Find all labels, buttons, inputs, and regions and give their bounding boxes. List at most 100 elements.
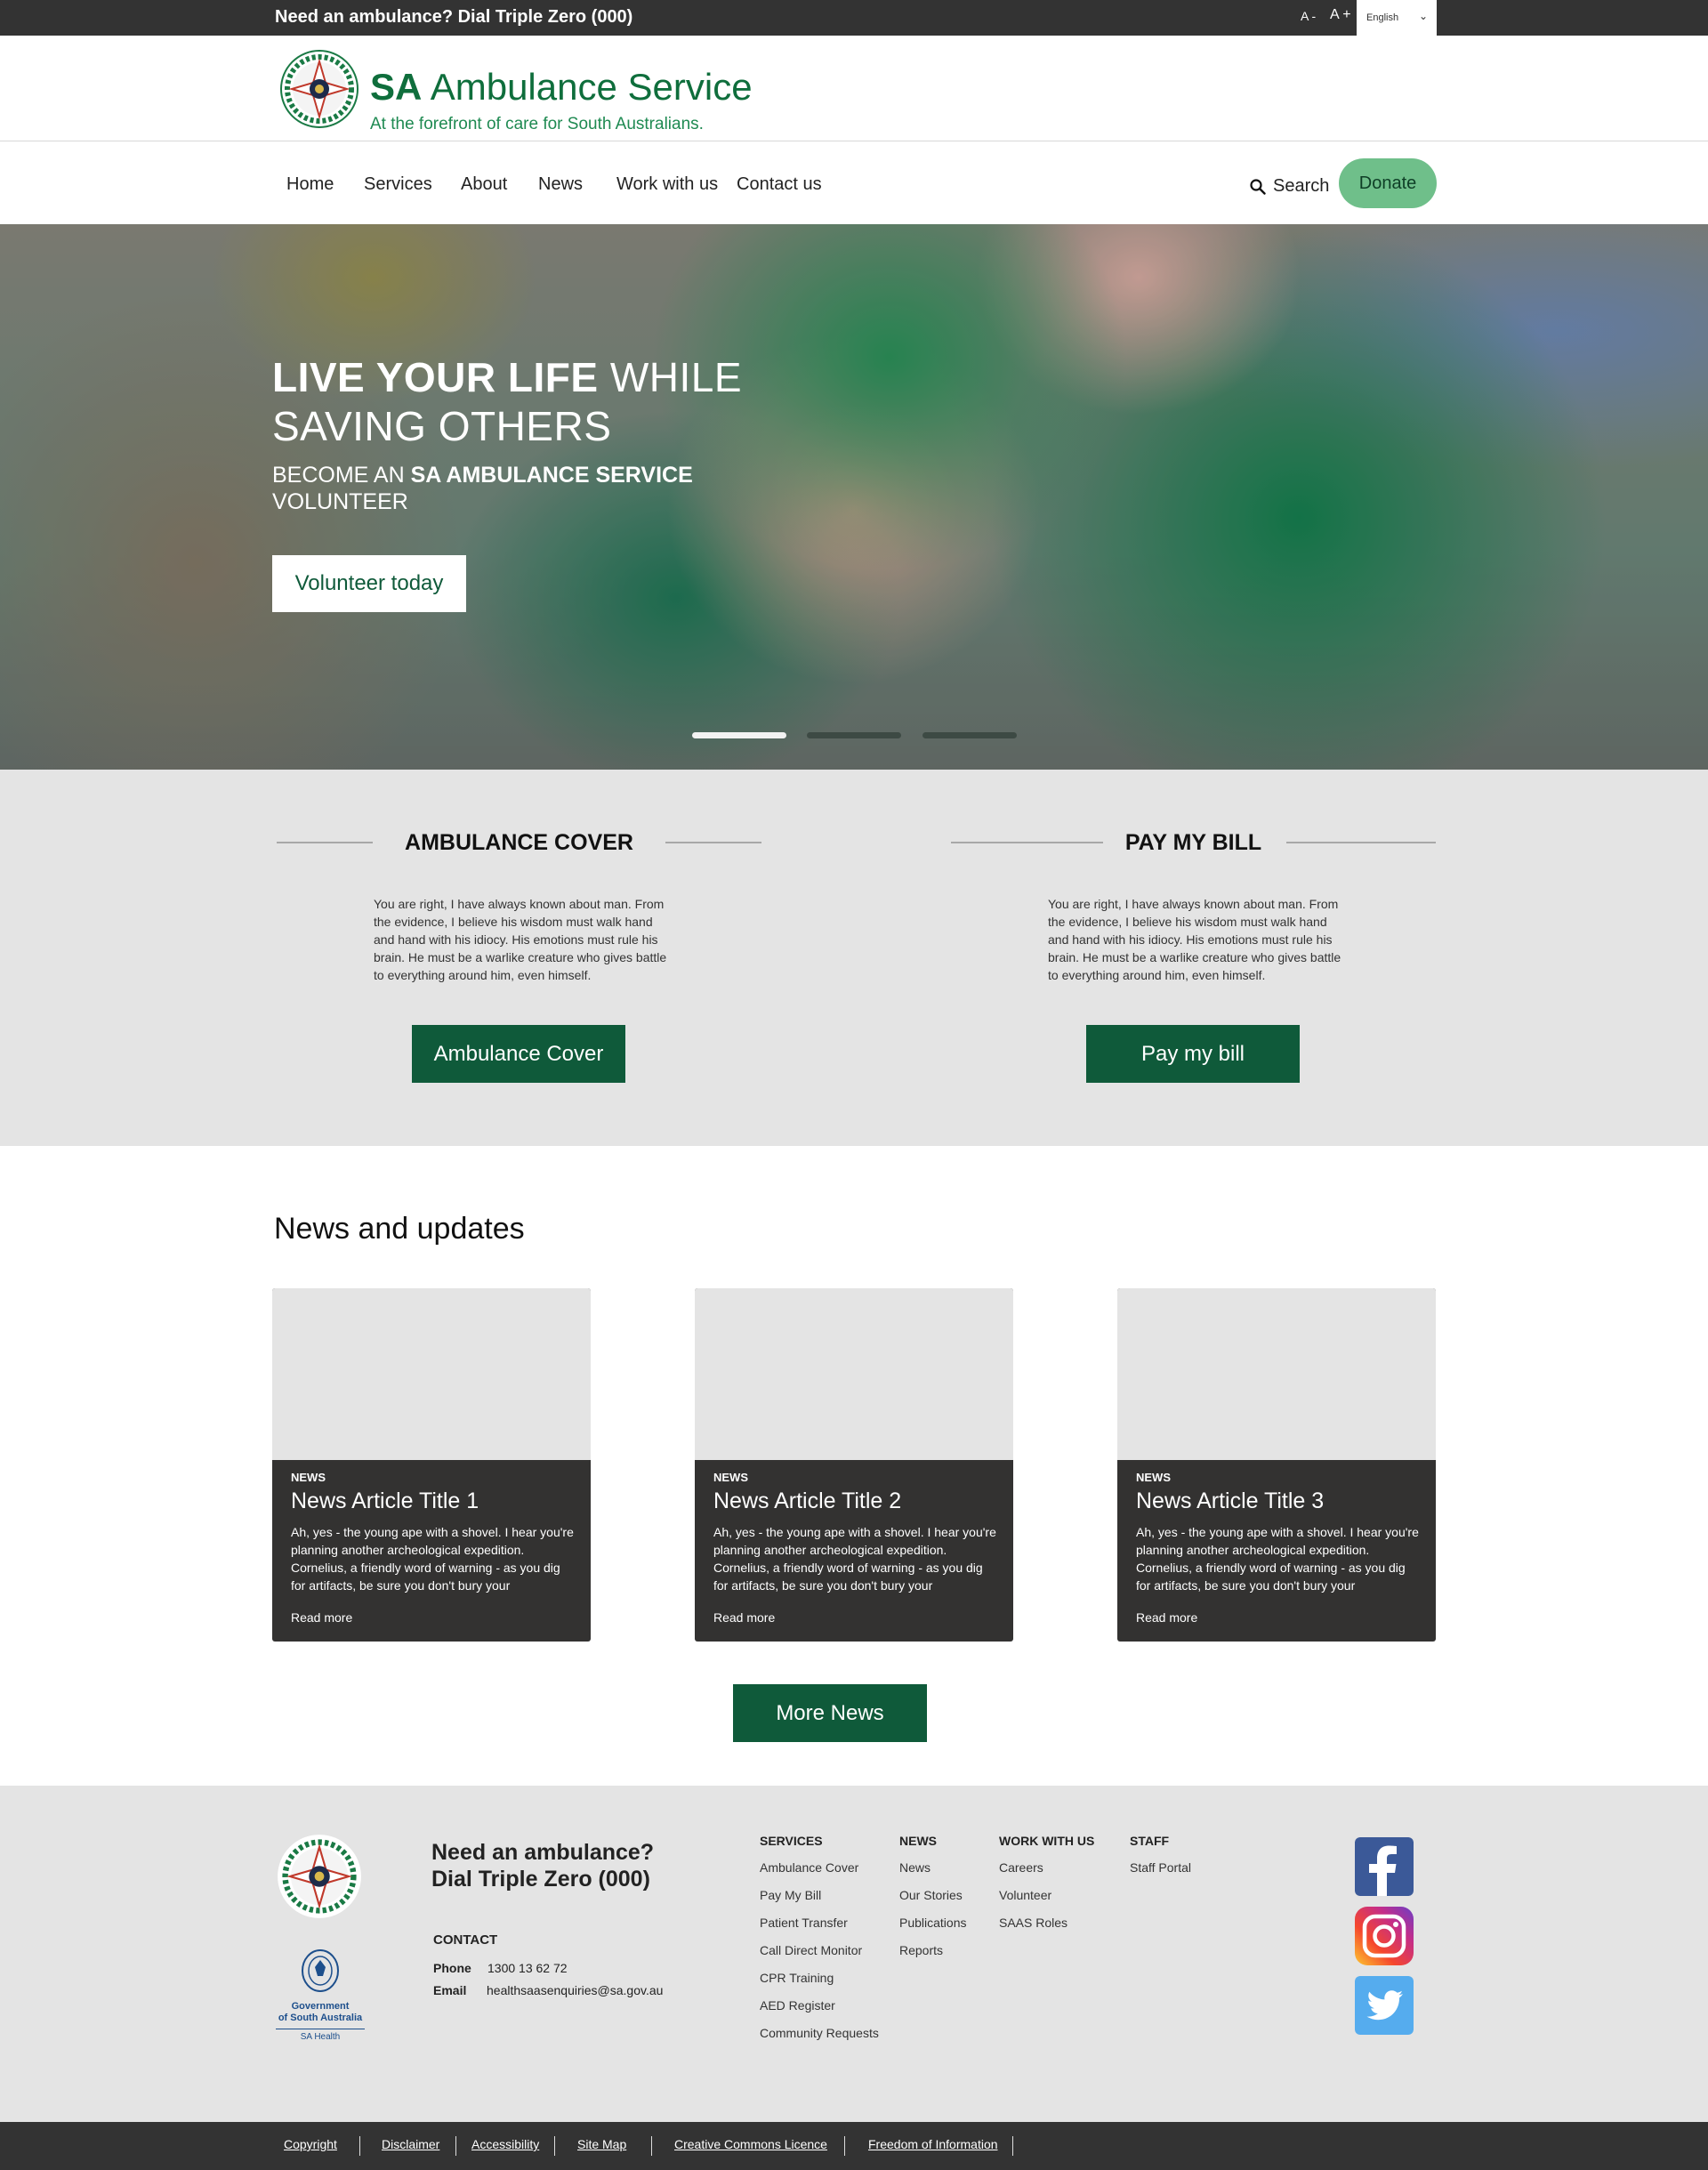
- font-size-decrease-button[interactable]: A -: [1301, 9, 1316, 23]
- footer-link[interactable]: Publications: [899, 1914, 967, 1941]
- instagram-icon: [1355, 1907, 1414, 1965]
- emergency-alert-text: Need an ambulance? Dial Triple Zero (000…: [275, 7, 633, 27]
- separator: [455, 2136, 456, 2156]
- read-more-link[interactable]: Read more: [713, 1610, 775, 1625]
- footer-link[interactable]: Community Requests: [760, 2024, 879, 2052]
- news-card-excerpt: Ah, yes - the young ape with a shovel. I…: [1136, 1525, 1419, 1593]
- footer-heading: WORK WITH US: [999, 1834, 1095, 1848]
- news-card[interactable]: NEWS News Article Title 3 Ah, yes - the …: [1117, 1288, 1436, 1642]
- nav-item-home[interactable]: Home: [286, 174, 334, 195]
- read-more-link[interactable]: Read more: [1136, 1610, 1197, 1625]
- news-card[interactable]: NEWS News Article Title 1 Ah, yes - the …: [272, 1288, 591, 1642]
- carousel-dot-1[interactable]: [692, 732, 786, 738]
- footer-link[interactable]: Pay My Bill: [760, 1886, 879, 1914]
- pay-my-bill-button[interactable]: Pay my bill: [1086, 1025, 1300, 1083]
- pay-my-bill-text: You are right, I have always known about…: [1048, 897, 1341, 982]
- news-card-image: [1117, 1288, 1436, 1460]
- footer-link[interactable]: Volunteer: [999, 1886, 1094, 1914]
- freedom-of-information-link[interactable]: Freedom of Information: [868, 2137, 998, 2151]
- footer-link[interactable]: CPR Training: [760, 1969, 879, 1997]
- nav-item-services[interactable]: Services: [364, 174, 432, 195]
- news-card-tag: NEWS: [1136, 1471, 1171, 1484]
- footer-link[interactable]: SAAS Roles: [999, 1914, 1094, 1941]
- divider: [665, 842, 761, 843]
- search-icon: [1250, 178, 1266, 195]
- separator: [1012, 2136, 1013, 2156]
- news-card-image: [272, 1288, 591, 1460]
- footer-link[interactable]: News: [899, 1859, 967, 1886]
- search-label: Search: [1273, 176, 1330, 196]
- news-section-title: News and updates: [274, 1212, 525, 1246]
- news-card-excerpt: Ah, yes - the young ape with a shovel. I…: [291, 1525, 574, 1593]
- accessibility-link[interactable]: Accessibility: [471, 2137, 539, 2151]
- government-sa-logo: Government of South Australia SA Health: [271, 1948, 369, 2042]
- site-header: SA Ambulance Service At the forefront of…: [0, 36, 1708, 141]
- more-news-button[interactable]: More News: [733, 1684, 927, 1742]
- separator: [359, 2136, 360, 2156]
- gov-line-2: of South Australia: [278, 2013, 363, 2023]
- twitter-icon: [1355, 1976, 1414, 2035]
- footer-link[interactable]: Our Stories: [899, 1886, 967, 1914]
- volunteer-today-button[interactable]: Volunteer today: [272, 555, 466, 612]
- carousel-dot-2[interactable]: [807, 732, 901, 738]
- hero-carousel: LIVE YOUR LIFE WHILE SAVING OTHERS BECOM…: [0, 224, 1708, 770]
- copyright-link[interactable]: Copyright: [284, 2137, 337, 2151]
- ambulance-cover-button[interactable]: Ambulance Cover: [412, 1025, 625, 1083]
- footer-link[interactable]: Patient Transfer: [760, 1914, 879, 1941]
- contact-email-row: Email healthsaasenquiries@sa.gov.au: [433, 1983, 663, 1997]
- separator: [651, 2136, 652, 2156]
- read-more-link[interactable]: Read more: [291, 1610, 352, 1625]
- footer-link[interactable]: Ambulance Cover: [760, 1859, 879, 1886]
- site-footer: Government of South Australia SA Health N…: [0, 1786, 1708, 2122]
- footer-link[interactable]: Staff Portal: [1130, 1859, 1191, 1886]
- news-card[interactable]: NEWS News Article Title 2 Ah, yes - the …: [695, 1288, 1013, 1642]
- contact-phone-row: Phone 1300 13 62 72: [433, 1961, 568, 1975]
- quick-links-section: AMBULANCE COVER You are right, I have al…: [0, 770, 1708, 1146]
- nav-item-work-with-us[interactable]: Work with us: [616, 174, 718, 195]
- news-card-image: [695, 1288, 1013, 1460]
- sa-ambulance-logo-icon: [280, 50, 359, 128]
- separator: [554, 2136, 555, 2156]
- footer-column-work-with-us: WORK WITH US Careers Volunteer SAAS Role…: [999, 1834, 1094, 1941]
- language-select[interactable]: English ⌄: [1357, 0, 1437, 36]
- search-button[interactable]: Search: [1250, 176, 1329, 197]
- footer-link[interactable]: Careers: [999, 1859, 1094, 1886]
- phone-label: Phone: [433, 1961, 471, 1975]
- creative-commons-link[interactable]: Creative Commons Licence: [674, 2137, 827, 2151]
- nav-item-news[interactable]: News: [538, 174, 583, 195]
- hero-text: LIVE YOUR LIFE WHILE SAVING OTHERS BECOM…: [272, 353, 742, 515]
- gov-line-3: SA Health: [276, 2029, 365, 2042]
- email-label: Email: [433, 1983, 467, 1997]
- news-card-tag: NEWS: [713, 1471, 748, 1484]
- top-alert-bar: Need an ambulance? Dial Triple Zero (000…: [0, 0, 1708, 36]
- footer-link[interactable]: Reports: [899, 1941, 967, 1969]
- footer-column-services: SERVICES Ambulance Cover Pay My Bill Pat…: [760, 1834, 879, 2052]
- separator: [844, 2136, 845, 2156]
- footer-link[interactable]: AED Register: [760, 1997, 879, 2024]
- news-card-excerpt: Ah, yes - the young ape with a shovel. I…: [713, 1525, 996, 1593]
- hero-subheading: BECOME AN SA AMBULANCE SERVICE VOLUNTEER: [272, 463, 693, 514]
- footer-column-news: NEWS News Our Stories Publications Repor…: [899, 1834, 967, 1969]
- phone-link[interactable]: 1300 13 62 72: [487, 1961, 568, 1975]
- donate-button[interactable]: Donate: [1339, 158, 1437, 208]
- ambulance-cover-text: You are right, I have always known about…: [374, 897, 667, 982]
- footer-emergency-call: Need an ambulance? Dial Triple Zero (000): [431, 1840, 655, 1892]
- language-select-value: English: [1366, 12, 1399, 23]
- footer-link[interactable]: Call Direct Monitor: [760, 1941, 879, 1969]
- carousel-dot-3[interactable]: [922, 732, 1017, 738]
- facebook-icon: [1355, 1837, 1414, 1896]
- site-map-link[interactable]: Site Map: [577, 2137, 626, 2151]
- government-crest-icon: [302, 1949, 339, 1992]
- font-size-increase-button[interactable]: A +: [1330, 7, 1351, 23]
- brand-tagline: At the forefront of care for South Austr…: [370, 115, 704, 133]
- nav-item-contact-us[interactable]: Contact us: [737, 174, 822, 195]
- news-card-title: News Article Title 3: [1136, 1488, 1325, 1513]
- nav-item-about[interactable]: About: [461, 174, 507, 195]
- sa-ambulance-logo-icon: [278, 1835, 361, 1918]
- email-link[interactable]: healthsaasenquiries@sa.gov.au: [487, 1983, 663, 1997]
- disclaimer-link[interactable]: Disclaimer: [382, 2137, 439, 2151]
- contact-heading: CONTACT: [433, 1932, 498, 1948]
- footer-heading: NEWS: [899, 1834, 937, 1848]
- news-card-title: News Article Title 1: [291, 1488, 479, 1513]
- footer-legal-bar: Copyright Disclaimer Accessibility Site …: [0, 2122, 1708, 2170]
